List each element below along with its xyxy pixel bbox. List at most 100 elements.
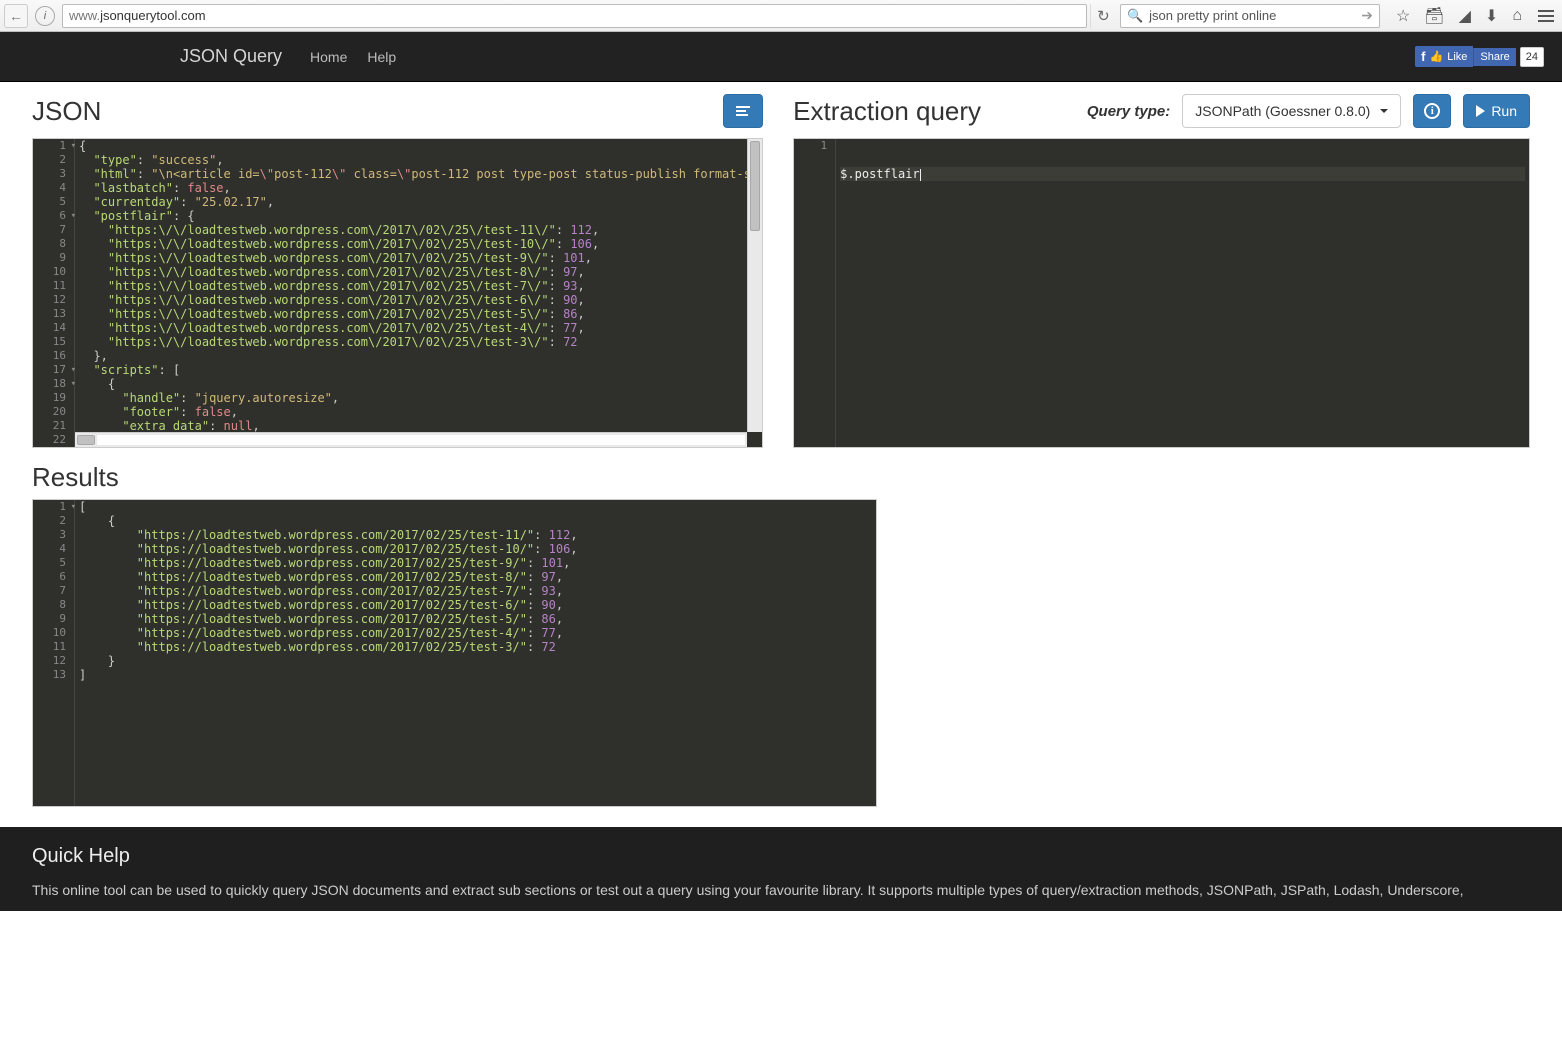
json-heading: JSON	[32, 96, 101, 127]
line-number: 21	[33, 419, 74, 433]
site-brand[interactable]: JSON Query	[180, 46, 282, 67]
line-number: 6	[33, 209, 74, 223]
query-editor[interactable]: 1 $.postflair	[793, 138, 1530, 448]
line-number: 13	[33, 307, 74, 321]
search-icon: 🔍	[1127, 8, 1143, 24]
json-scrollbar-horizontal[interactable]	[75, 432, 747, 447]
line-number: 8	[33, 598, 74, 612]
downloads-icon[interactable]: ⬇	[1485, 6, 1498, 26]
results-editor[interactable]: 12345678910111213 [ { "https://loadtestw…	[32, 499, 877, 807]
results-heading: Results	[32, 462, 119, 493]
results-section: Results 12345678910111213 [ { "https://l…	[32, 462, 1530, 807]
code-line: "https://loadtestweb.wordpress.com/2017/…	[79, 556, 872, 570]
run-button[interactable]: Run	[1463, 94, 1530, 128]
code-line: "https://loadtestweb.wordpress.com/2017/…	[79, 584, 872, 598]
code-line: "currentday": "25.02.17",	[79, 195, 758, 209]
beautify-button[interactable]	[723, 94, 763, 128]
page-viewport: JSON Query Home Help f👍Like Share 24 JSO…	[0, 32, 1562, 1038]
query-column: Extraction query Query type: JSONPath (G…	[793, 92, 1530, 448]
line-number: 4	[33, 542, 74, 556]
line-number: 19	[33, 391, 74, 405]
line-number: 10	[33, 626, 74, 640]
code-line: "https:\/\/loadtestweb.wordpress.com\/20…	[79, 265, 758, 279]
play-icon	[1476, 105, 1485, 117]
json-scrollbar-vertical[interactable]	[747, 139, 762, 432]
caret-down-icon	[1380, 109, 1388, 113]
browser-tool-icons: ☆ 🗃 ◢ ⬇ ⌂	[1384, 6, 1530, 26]
main-container: JSON 12345678910111213141516171819202122…	[0, 82, 1562, 827]
line-number: 18	[33, 377, 74, 391]
line-number: 14	[33, 321, 74, 335]
line-number: 7	[33, 223, 74, 237]
query-type-label: Query type:	[1087, 103, 1170, 120]
code-line: "type": "success",	[79, 153, 758, 167]
code-line: ]	[79, 668, 872, 682]
code-line: "https://loadtestweb.wordpress.com/2017/…	[79, 598, 872, 612]
query-type-dropdown[interactable]: JSONPath (Goessner 0.8.0)	[1182, 94, 1401, 128]
line-number: 17	[33, 363, 74, 377]
quick-help-heading: Quick Help	[32, 845, 1530, 868]
line-number: 11	[33, 279, 74, 293]
code-line: "html": "\n<article id=\"post-112\" clas…	[79, 167, 758, 181]
line-number: 2	[33, 153, 74, 167]
json-editor[interactable]: 12345678910111213141516171819202122 { "t…	[32, 138, 763, 448]
code-line: "https://loadtestweb.wordpress.com/2017/…	[79, 570, 872, 584]
line-number: 12	[33, 654, 74, 668]
line-number: 5	[33, 556, 74, 570]
fb-widgets: f 👍Like Share 24	[1415, 46, 1544, 68]
line-number: 4	[33, 181, 74, 195]
reload-icon[interactable]: ↻	[1090, 4, 1116, 28]
run-label: Run	[1491, 103, 1517, 119]
query-info-button[interactable]: i	[1413, 94, 1451, 128]
bookmark-star-icon[interactable]: ☆	[1396, 6, 1410, 26]
code-line: }	[79, 654, 872, 668]
code-line: "footer": false,	[79, 405, 758, 419]
browser-menu-icon[interactable]	[1534, 10, 1558, 22]
pocket-icon[interactable]: ◢	[1459, 6, 1471, 26]
home-icon[interactable]: ⌂	[1512, 7, 1522, 25]
thumb-up-icon: 👍	[1430, 50, 1444, 63]
line-number: 9	[33, 612, 74, 626]
fb-count: 24	[1520, 47, 1544, 67]
code-line: "https:\/\/loadtestweb.wordpress.com\/20…	[79, 223, 758, 237]
nav-help[interactable]: Help	[367, 49, 396, 65]
browser-back-button[interactable]: ←	[4, 4, 28, 28]
line-number: 16	[33, 349, 74, 363]
line-number: 15	[33, 335, 74, 349]
fb-like-widget[interactable]: f 👍Like Share 24	[1415, 46, 1544, 68]
code-line: "scripts": [	[79, 363, 758, 377]
facebook-f-icon: f	[1421, 49, 1425, 64]
line-number: 3	[33, 167, 74, 181]
site-info-icon[interactable]: i	[35, 6, 55, 26]
code-line: "https:\/\/loadtestweb.wordpress.com\/20…	[79, 307, 758, 321]
code-line: "https:\/\/loadtestweb.wordpress.com\/20…	[79, 279, 758, 293]
line-number: 7	[33, 584, 74, 598]
browser-search[interactable]: 🔍 json pretty print online ➔	[1120, 4, 1380, 28]
url-bar[interactable]: www.jsonquerytool.com	[62, 4, 1087, 28]
url-prefix: www.	[69, 8, 100, 23]
code-line: "https://loadtestweb.wordpress.com/2017/…	[79, 612, 872, 626]
quick-help-section: Quick Help This online tool can be used …	[0, 827, 1562, 911]
quick-help-text: This online tool can be used to quickly …	[32, 880, 1530, 901]
line-number: 5	[33, 195, 74, 209]
line-number: 9	[33, 251, 74, 265]
library-icon[interactable]: 🗃	[1424, 6, 1444, 26]
line-number: 1	[33, 139, 74, 153]
query-heading: Extraction query	[793, 96, 981, 127]
line-number: 8	[33, 237, 74, 251]
code-line: "https://loadtestweb.wordpress.com/2017/…	[79, 626, 872, 640]
code-line: {	[79, 377, 758, 391]
code-line: "https:\/\/loadtestweb.wordpress.com\/20…	[79, 321, 758, 335]
line-number: 13	[33, 668, 74, 682]
query-line-number: 1	[794, 139, 835, 153]
code-line: {	[79, 514, 872, 528]
search-text: json pretty print online	[1149, 8, 1276, 23]
nav-home[interactable]: Home	[310, 49, 347, 65]
query-type-value: JSONPath (Goessner 0.8.0)	[1195, 103, 1370, 119]
line-number: 20	[33, 405, 74, 419]
fb-share-label[interactable]: Share	[1473, 48, 1515, 66]
code-line: {	[79, 139, 758, 153]
fb-like-label: Like	[1447, 51, 1467, 63]
code-line: "lastbatch": false,	[79, 181, 758, 195]
search-go-icon[interactable]: ➔	[1361, 7, 1373, 24]
